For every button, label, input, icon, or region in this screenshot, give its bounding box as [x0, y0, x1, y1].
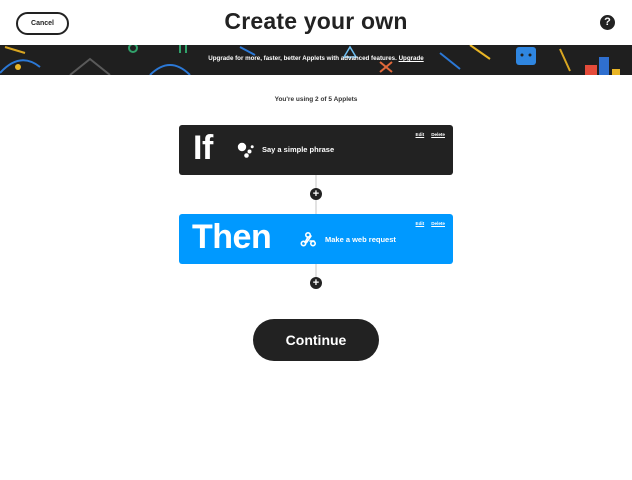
help-icon[interactable]: ? — [600, 15, 615, 30]
banner-text: Upgrade for more, faster, better Applets… — [0, 55, 632, 62]
then-keyword: Then — [192, 218, 272, 256]
edit-action-link[interactable]: Edit — [416, 221, 425, 226]
applet-usage-text: You're using 2 of 5 Applets — [274, 96, 358, 103]
add-step-button[interactable]: + — [310, 277, 322, 289]
continue-button[interactable]: Continue — [253, 319, 379, 361]
webhooks-icon — [300, 231, 317, 247]
upgrade-link[interactable]: Upgrade — [399, 55, 424, 62]
edit-trigger-link[interactable]: Edit — [416, 132, 425, 137]
upgrade-banner: Upgrade for more, faster, better Applets… — [0, 45, 632, 75]
add-step-button[interactable]: + — [310, 188, 322, 200]
delete-action-link[interactable]: Delete — [431, 221, 445, 226]
trigger-card[interactable]: If Say a simple phrase Edit Delete — [179, 125, 453, 175]
google-assistant-icon — [237, 142, 254, 158]
if-keyword: If — [193, 129, 213, 167]
trigger-actions: Edit Delete — [409, 132, 445, 137]
delete-trigger-link[interactable]: Delete — [431, 132, 445, 137]
trigger-label: Say a simple phrase — [262, 145, 335, 154]
page-title: Create your own — [224, 8, 408, 34]
action-actions: Edit Delete — [409, 221, 445, 226]
banner-message: Upgrade for more, faster, better Applets… — [208, 55, 397, 62]
header: Cancel Create your own ? — [0, 0, 632, 45]
action-card[interactable]: Then Make a web request Edit Delete — [179, 214, 453, 264]
action-label: Make a web request — [325, 235, 396, 244]
